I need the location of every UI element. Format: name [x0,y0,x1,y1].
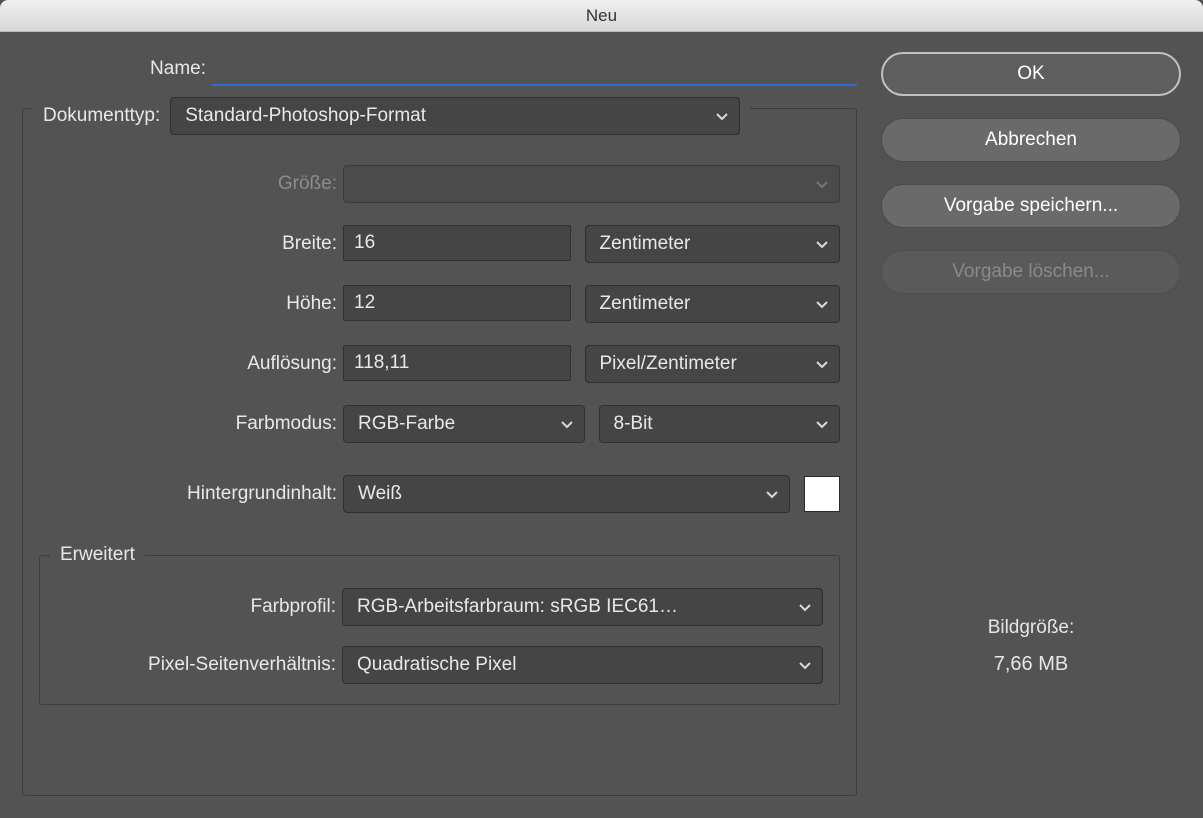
chevron-down-icon [815,357,829,371]
resolution-row: Auflösung: Pixel/Zentimeter [39,345,840,383]
new-document-dialog: Neu Name: Dokumenttyp: Standard-Photosho… [0,0,1203,818]
titlebar: Neu [0,0,1203,32]
resolution-label: Auflösung: [39,353,343,375]
doc-type-value: Standard-Photoshop-Format [185,105,426,127]
chevron-down-icon [765,487,779,501]
cancel-button[interactable]: Abbrechen [881,118,1181,162]
background-color-swatch[interactable] [804,476,840,512]
color-mode-value: RGB-Farbe [358,413,455,435]
height-unit-select[interactable]: Zentimeter [585,285,841,323]
size-select [343,165,840,203]
advanced-fieldset: Erweitert Farbprofil: RGB-Arbeitsfarbrau… [39,555,840,705]
background-label: Hintergrundinhalt: [39,483,343,505]
color-mode-row: Farbmodus: RGB-Farbe 8-Bit [39,405,840,443]
doc-type-select[interactable]: Standard-Photoshop-Format [170,97,740,135]
settings-panel: Name: Dokumenttyp: Standard-Photoshop-Fo… [22,52,857,796]
chevron-down-icon [815,297,829,311]
chevron-down-icon [715,109,729,123]
height-label: Höhe: [39,293,343,315]
width-row: Breite: Zentimeter [39,225,840,263]
color-mode-select[interactable]: RGB-Farbe [343,405,585,443]
pixel-aspect-value: Quadratische Pixel [357,654,516,676]
background-value: Weiß [358,483,402,505]
color-profile-select[interactable]: RGB-Arbeitsfarbraum: sRGB IEC61… [342,588,823,626]
pixel-aspect-row: Pixel-Seitenverhältnis: Quadratische Pix… [56,646,823,684]
window-title: Neu [586,6,617,26]
size-row: Größe: [39,165,840,203]
color-mode-label: Farbmodus: [39,413,343,435]
chevron-down-icon [815,177,829,191]
advanced-label: Erweitert [60,544,135,566]
height-input[interactable] [343,285,571,321]
resolution-unit-value: Pixel/Zentimeter [600,353,737,375]
name-input[interactable] [212,52,857,86]
name-label: Name: [22,58,212,80]
background-select[interactable]: Weiß [343,475,790,513]
color-profile-value: RGB-Arbeitsfarbraum: sRGB IEC61… [357,596,678,618]
chevron-down-icon [560,417,574,431]
resolution-unit-select[interactable]: Pixel/Zentimeter [585,345,841,383]
height-unit-value: Zentimeter [600,293,691,315]
chevron-down-icon [815,417,829,431]
size-label: Größe: [39,173,343,195]
filesize-info: Bildgröße: 7,66 MB [881,617,1181,676]
pixel-aspect-select[interactable]: Quadratische Pixel [342,646,823,684]
width-label: Breite: [39,233,343,255]
ok-button[interactable]: OK [881,52,1181,96]
doc-type-label: Dokumenttyp: [43,105,160,127]
name-row: Name: [22,52,857,86]
width-input[interactable] [343,225,571,261]
actions-panel: OK Abbrechen Vorgabe speichern... Vorgab… [881,52,1181,796]
width-unit-value: Zentimeter [600,233,691,255]
chevron-down-icon [798,658,812,672]
chevron-down-icon [798,600,812,614]
color-depth-value: 8-Bit [614,413,653,435]
width-unit-select[interactable]: Zentimeter [585,225,841,263]
resolution-input[interactable] [343,345,571,381]
pixel-aspect-label: Pixel-Seitenverhältnis: [56,654,342,676]
color-depth-select[interactable]: 8-Bit [599,405,841,443]
filesize-label: Bildgröße: [881,617,1181,639]
doc-type-legend: Dokumenttyp: Standard-Photoshop-Format [33,97,750,135]
height-row: Höhe: Zentimeter [39,285,840,323]
filesize-value: 7,66 MB [881,653,1181,676]
delete-preset-button: Vorgabe löschen... [881,250,1181,294]
color-profile-label: Farbprofil: [56,596,342,618]
chevron-down-icon [815,237,829,251]
color-profile-row: Farbprofil: RGB-Arbeitsfarbraum: sRGB IE… [56,588,823,626]
dialog-body: Name: Dokumenttyp: Standard-Photoshop-Fo… [0,32,1203,818]
save-preset-button[interactable]: Vorgabe speichern... [881,184,1181,228]
background-row: Hintergrundinhalt: Weiß [39,475,840,513]
main-fieldset: Dokumenttyp: Standard-Photoshop-Format G… [22,108,857,796]
